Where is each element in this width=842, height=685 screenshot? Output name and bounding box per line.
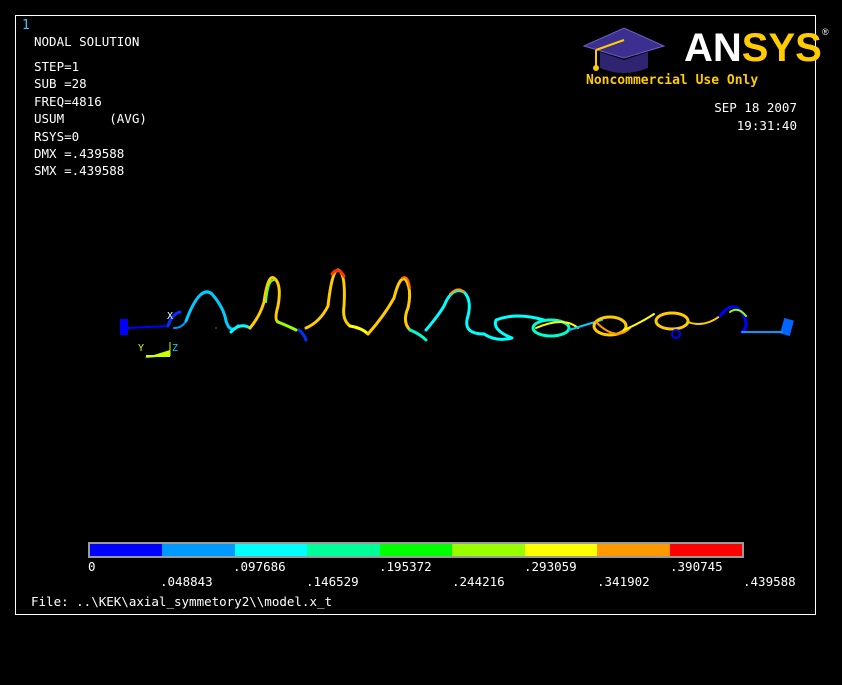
legend-label: .439588 [743, 574, 796, 589]
axis-z-label: Z [172, 343, 178, 354]
legend-band [90, 544, 163, 556]
legend-label: .341902 [597, 574, 650, 589]
legend-band [597, 544, 670, 556]
legend-band [234, 544, 308, 556]
registered-mark: ® [822, 27, 829, 37]
model-contour-plot[interactable]: Y Z X [16, 16, 815, 614]
legend-band [669, 544, 742, 556]
legend-labels: 0 .097686 .195372 .293059 .390745 .04884… [16, 16, 817, 587]
legend-label: .195372 [379, 559, 432, 574]
legend-label: .390745 [670, 559, 723, 574]
legend-label: .146529 [306, 574, 359, 589]
legend-label: .293059 [524, 559, 577, 574]
legend-band [307, 544, 380, 556]
axis-y-label: Y [138, 343, 144, 354]
graphics-window[interactable]: 1 NODAL SOLUTION STEP=1 SUB =28 FREQ=481… [15, 15, 829, 615]
legend-band [379, 544, 453, 556]
legend-label: .048843 [160, 574, 213, 589]
legend-band [162, 544, 235, 556]
file-path-label: File: ..\KEK\axial_symmetory2\\model.x_t [31, 594, 333, 609]
right-end-block [780, 317, 794, 337]
axis-x-label: X [167, 311, 173, 322]
legend-label: .244216 [452, 574, 505, 589]
axis-triad: Y Z X [138, 311, 178, 358]
legend-band [452, 544, 525, 556]
legend-label: 0 [88, 559, 96, 574]
left-end-block [120, 319, 128, 335]
ribbon-structure [127, 268, 783, 342]
contour-legend-bar [88, 542, 744, 558]
legend-label: .097686 [233, 559, 286, 574]
legend-band [524, 544, 598, 556]
